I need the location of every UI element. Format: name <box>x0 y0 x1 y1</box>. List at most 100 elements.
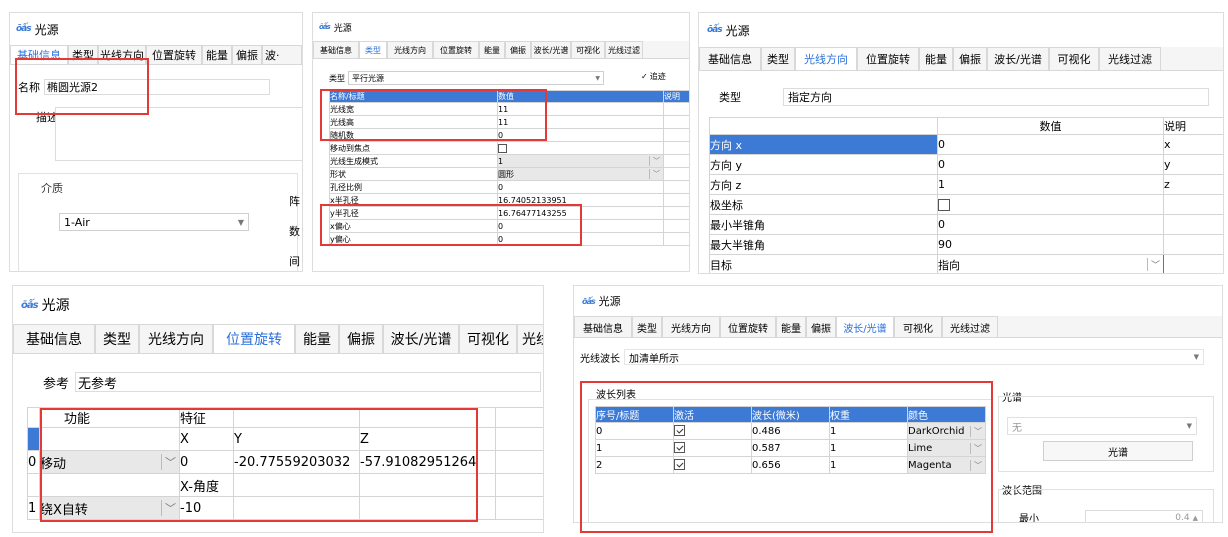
tab-type[interactable]: 类型 <box>68 45 98 64</box>
function-value[interactable]: 移动 <box>41 453 67 472</box>
spectrum-select[interactable]: 无 ▼ <box>1007 417 1197 435</box>
x-value[interactable]: -10 <box>179 496 234 520</box>
table-row[interactable]: 0 移动 ﹀ 0 -20.77559203032 -57.91082951264 <box>27 450 543 474</box>
tab-ray-direction[interactable]: 光线方向 <box>139 324 213 353</box>
table-row[interactable]: 随机数 0 <box>329 128 689 142</box>
tab-energy[interactable]: 能量 <box>295 324 339 353</box>
tab-basic-info[interactable]: 基础信息 <box>313 41 359 58</box>
tab-type[interactable]: 类型 <box>761 47 795 70</box>
param-value[interactable]: 11 <box>497 115 664 129</box>
tab-basic-info[interactable]: 基础信息 <box>13 324 95 353</box>
chevron-down-icon[interactable]: ﹀ <box>970 425 985 437</box>
tab-visualization[interactable]: 可视化 <box>459 324 517 353</box>
tab-ray-filter[interactable]: 光线过滤 <box>1099 47 1161 70</box>
chevron-down-icon[interactable]: ﹀ <box>649 156 663 166</box>
tab-basic-info[interactable]: 基础信息 <box>574 316 632 337</box>
tab-polarization[interactable]: 偏振 <box>505 41 531 58</box>
tab-ray-direction[interactable]: 光线方向 <box>662 316 720 337</box>
param-value[interactable]: 0 <box>937 214 1164 235</box>
tab-position-rotation[interactable]: 位置旋转 <box>213 324 295 353</box>
tab-position-rotation[interactable]: 位置旋转 <box>433 41 479 58</box>
row-selector[interactable] <box>27 427 40 451</box>
table-row[interactable]: 目标 指向 ﹀ <box>709 254 1223 273</box>
chevron-down-icon[interactable]: ﹀ <box>1146 258 1163 271</box>
wavelength-value[interactable]: 0.486 <box>751 422 830 440</box>
color-value[interactable]: Magenta <box>909 460 952 471</box>
tab-visualization[interactable]: 可视化 <box>894 316 942 337</box>
tab-wavelength[interactable]: 波长/光谱 <box>987 47 1049 70</box>
weight-value[interactable]: 1 <box>829 422 908 440</box>
table-row[interactable]: 孔径比例 0 <box>329 180 689 194</box>
target-value[interactable]: 指向 <box>939 257 961 273</box>
function-value[interactable]: 绕X自转 <box>41 499 88 518</box>
tab-type[interactable]: 类型 <box>632 316 662 337</box>
tab-polarization[interactable]: 偏振 <box>953 47 987 70</box>
table-row[interactable]: 2 0.656 1 Magenta ﹀ <box>595 456 986 474</box>
table-row[interactable]: 光线生成模式 1 ﹀ <box>329 154 689 168</box>
param-value[interactable]: 0 <box>937 154 1164 175</box>
table-row[interactable]: 1 绕X自转 ﹀ -10 <box>27 496 543 520</box>
active-checkbox[interactable] <box>674 425 685 437</box>
description-textarea[interactable] <box>55 107 302 161</box>
param-value[interactable]: 90 <box>937 234 1164 255</box>
wavelength-mode-select[interactable]: 加清单所示 ▼ <box>624 349 1204 365</box>
y-value[interactable]: -20.77559203032 <box>233 450 360 474</box>
table-row[interactable]: y偏心 0 <box>329 232 689 246</box>
active-checkbox[interactable] <box>674 459 685 471</box>
tab-ray-direction[interactable]: 光线方向 <box>98 45 146 64</box>
tab-polarization[interactable]: 偏振 <box>339 324 383 353</box>
tab-energy[interactable]: 能量 <box>202 45 232 64</box>
tab-basic-info[interactable]: 基础信息 <box>699 47 761 70</box>
table-row[interactable]: 1 0.587 1 Lime ﹀ <box>595 439 986 457</box>
table-row[interactable]: 移动到焦点 <box>329 141 689 155</box>
x-value[interactable]: 0 <box>179 450 234 474</box>
polar-coords-checkbox[interactable] <box>938 199 950 211</box>
table-row[interactable]: 方向 y0y <box>709 154 1223 175</box>
tab-energy[interactable]: 能量 <box>776 316 806 337</box>
table-row[interactable]: 极坐标 <box>709 194 1223 215</box>
table-row[interactable]: 光线宽 11 <box>329 102 689 116</box>
tab-wavelength[interactable]: 波长/光谱 <box>531 41 571 58</box>
tab-position-rotation[interactable]: 位置旋转 <box>720 316 776 337</box>
z-value[interactable]: -57.91082951264 <box>359 450 496 474</box>
color-value[interactable]: DarkOrchid <box>909 426 965 437</box>
color-value[interactable]: Lime <box>909 443 933 454</box>
table-row[interactable]: 方向 x0x <box>709 134 1223 155</box>
active-checkbox[interactable] <box>674 442 685 454</box>
param-value[interactable]: 16.76477143255 <box>497 206 664 220</box>
move-to-focus-checkbox[interactable] <box>498 143 507 153</box>
tab-energy[interactable]: 能量 <box>919 47 953 70</box>
tab-position-rotation[interactable]: 位置旋转 <box>146 45 202 64</box>
param-value[interactable]: 圆形 <box>499 169 515 180</box>
param-value[interactable]: 1 <box>499 157 504 166</box>
table-row[interactable]: 最大半锥角 90 <box>709 234 1223 255</box>
tab-visualization[interactable]: 可视化 <box>571 41 605 58</box>
table-row[interactable]: x偏心 0 <box>329 219 689 233</box>
chevron-down-icon[interactable]: ﹀ <box>970 459 985 471</box>
tab-ray-direction[interactable]: 光线方向 <box>795 47 857 70</box>
param-value[interactable]: 0 <box>497 232 664 246</box>
chevron-down-icon[interactable]: ﹀ <box>649 169 663 179</box>
table-row[interactable]: 0 0.486 1 DarkOrchid ﹀ <box>595 422 986 440</box>
trace-check-row[interactable]: ✓ 追迹 <box>641 71 666 82</box>
table-row[interactable]: y半孔径 16.76477143255 <box>329 206 689 220</box>
spectrum-button[interactable]: 光谱 <box>1043 441 1193 461</box>
param-value[interactable]: 1 <box>937 174 1164 195</box>
tab-visualization[interactable]: 可视化 <box>1049 47 1099 70</box>
name-input[interactable]: 椭圆光源2 <box>44 79 270 95</box>
chevron-down-icon[interactable]: ﹀ <box>970 442 985 454</box>
type-select[interactable]: 平行光源 ▼ <box>348 71 604 85</box>
param-value[interactable]: 0 <box>497 180 664 194</box>
tab-type[interactable]: 类型 <box>95 324 139 353</box>
weight-value[interactable]: 1 <box>829 456 908 474</box>
tab-polarization[interactable]: 偏振 <box>232 45 262 64</box>
tab-ray-filter-cut[interactable]: 光线 <box>517 324 543 353</box>
param-value[interactable]: 0 <box>497 219 664 233</box>
tab-polarization[interactable]: 偏振 <box>806 316 836 337</box>
tab-wavelength-cut[interactable]: 波· <box>262 45 302 64</box>
param-value[interactable]: 0 <box>937 134 1164 155</box>
table-row[interactable]: x半孔径 16.74052133951 <box>329 193 689 207</box>
tab-ray-direction[interactable]: 光线方向 <box>387 41 433 58</box>
spin-up-icon[interactable]: ▲ <box>1193 514 1198 522</box>
type-field[interactable]: 指定方向 <box>783 88 1209 106</box>
